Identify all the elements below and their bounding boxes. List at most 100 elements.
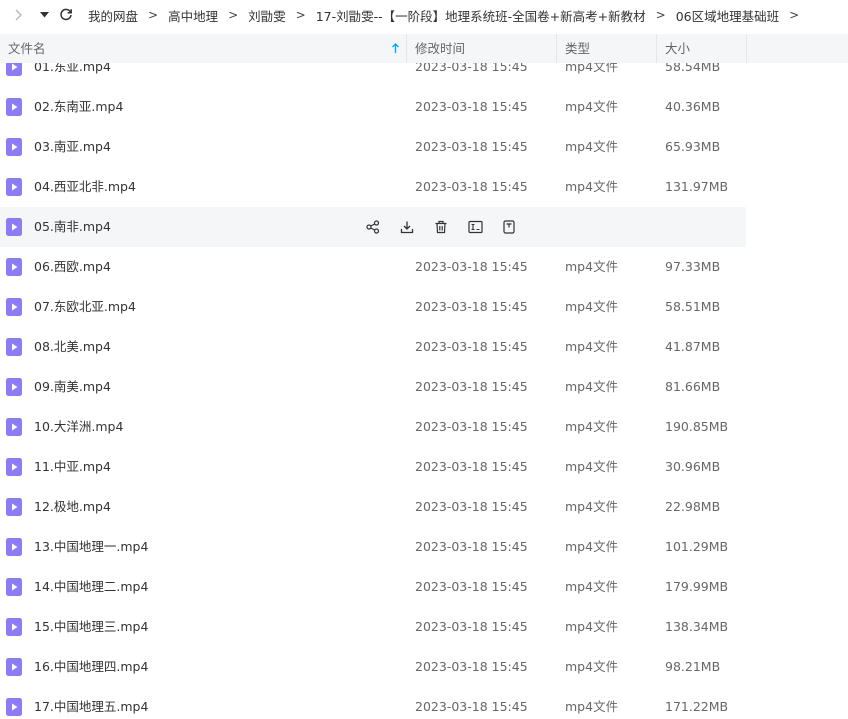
file-name[interactable]: 13.中国地理一.mp4 bbox=[34, 527, 148, 567]
file-name[interactable]: 03.南亚.mp4 bbox=[34, 127, 111, 167]
column-divider[interactable] bbox=[746, 34, 747, 63]
file-name[interactable]: 07.东欧北亚.mp4 bbox=[34, 287, 136, 327]
video-file-icon bbox=[6, 338, 22, 356]
file-size: 81.66MB bbox=[665, 379, 721, 394]
file-row[interactable]: 14.中国地理二.mp4 2023-03-18 15:45 mp4文件 179.… bbox=[0, 567, 746, 607]
file-type: mp4文件 bbox=[565, 699, 619, 714]
file-size: 58.51MB bbox=[665, 299, 721, 314]
file-row[interactable]: 15.中国地理三.mp4 2023-03-18 15:45 mp4文件 138.… bbox=[0, 607, 746, 647]
file-row[interactable]: 06.西欧.mp4 2023-03-18 15:45 mp4文件 97.33MB bbox=[0, 247, 746, 287]
delete-icon[interactable] bbox=[430, 216, 452, 238]
file-size: 138.34MB bbox=[665, 619, 729, 634]
file-name[interactable]: 08.北美.mp4 bbox=[34, 327, 111, 367]
column-header-modified[interactable]: 修改时间 bbox=[415, 34, 465, 63]
file-modified: 2023-03-18 15:45 bbox=[415, 379, 528, 394]
file-modified: 2023-03-18 15:45 bbox=[415, 63, 528, 74]
breadcrumb-separator: > bbox=[148, 8, 159, 22]
video-file-icon bbox=[6, 63, 22, 76]
breadcrumb: 我的网盘 > 高中地理 > 刘勖雯 > 17-刘勖雯--【一阶段】地理系统班-全… bbox=[88, 6, 809, 25]
file-modified: 2023-03-18 15:45 bbox=[415, 99, 528, 114]
download-icon[interactable] bbox=[396, 216, 418, 238]
sort-ascending-icon[interactable] bbox=[391, 34, 400, 63]
breadcrumb-separator: > bbox=[228, 8, 239, 22]
refresh-icon[interactable] bbox=[58, 0, 74, 30]
breadcrumb-item[interactable]: 刘勖雯 bbox=[248, 6, 286, 25]
file-row[interactable]: 03.南亚.mp4 2023-03-18 15:45 mp4文件 65.93MB bbox=[0, 127, 746, 167]
breadcrumb-item[interactable]: 高中地理 bbox=[168, 6, 218, 25]
file-row[interactable]: 08.北美.mp4 2023-03-18 15:45 mp4文件 41.87MB bbox=[0, 327, 746, 367]
file-row[interactable]: 09.南美.mp4 2023-03-18 15:45 mp4文件 81.66MB bbox=[0, 367, 746, 407]
rename-icon[interactable] bbox=[464, 216, 486, 238]
file-row[interactable]: 05.南非.mp4 bbox=[0, 207, 746, 247]
file-modified: 2023-03-18 15:45 bbox=[415, 259, 528, 274]
video-file-icon bbox=[6, 218, 22, 236]
file-name[interactable]: 06.西欧.mp4 bbox=[34, 247, 111, 287]
archive-icon[interactable] bbox=[498, 216, 520, 238]
file-name[interactable]: 05.南非.mp4 bbox=[34, 207, 111, 247]
file-row[interactable]: 17.中国地理五.mp4 2023-03-18 15:45 mp4文件 171.… bbox=[0, 687, 746, 719]
file-type: mp4文件 bbox=[565, 339, 619, 354]
file-row[interactable]: 07.东欧北亚.mp4 2023-03-18 15:45 mp4文件 58.51… bbox=[0, 287, 746, 327]
file-size: 22.98MB bbox=[665, 499, 721, 514]
column-header-size[interactable]: 大小 bbox=[665, 34, 690, 63]
file-name[interactable]: 17.中国地理五.mp4 bbox=[34, 687, 148, 719]
breadcrumb-item[interactable]: 17-刘勖雯--【一阶段】地理系统班-全国卷+新高考+新教材 bbox=[316, 6, 646, 25]
file-row[interactable]: 16.中国地理四.mp4 2023-03-18 15:45 mp4文件 98.2… bbox=[0, 647, 746, 687]
file-size: 179.99MB bbox=[665, 579, 729, 594]
breadcrumb-separator: > bbox=[789, 8, 800, 22]
file-row[interactable]: 02.东南亚.mp4 2023-03-18 15:45 mp4文件 40.36M… bbox=[0, 87, 746, 127]
file-size: 190.85MB bbox=[665, 419, 729, 434]
breadcrumb-separator: > bbox=[295, 8, 306, 22]
file-name[interactable]: 16.中国地理四.mp4 bbox=[34, 647, 148, 687]
video-file-icon bbox=[6, 538, 22, 556]
file-modified: 2023-03-18 15:45 bbox=[415, 419, 528, 434]
file-list: 01.东亚.mp4 2023-03-18 15:45 mp4文件 58.54MB… bbox=[0, 63, 848, 719]
file-modified: 2023-03-18 15:45 bbox=[415, 339, 528, 354]
file-row[interactable]: 11.中亚.mp4 2023-03-18 15:45 mp4文件 30.96MB bbox=[0, 447, 746, 487]
file-modified: 2023-03-18 15:45 bbox=[415, 459, 528, 474]
file-name[interactable]: 02.东南亚.mp4 bbox=[34, 87, 123, 127]
file-type: mp4文件 bbox=[565, 63, 619, 74]
file-row[interactable]: 13.中国地理一.mp4 2023-03-18 15:45 mp4文件 101.… bbox=[0, 527, 746, 567]
file-name[interactable]: 09.南美.mp4 bbox=[34, 367, 111, 407]
file-name[interactable]: 10.大洋洲.mp4 bbox=[34, 407, 123, 447]
file-type: mp4文件 bbox=[565, 379, 619, 394]
file-name[interactable]: 15.中国地理三.mp4 bbox=[34, 607, 148, 647]
file-type: mp4文件 bbox=[565, 419, 619, 434]
share-icon[interactable] bbox=[362, 216, 384, 238]
breadcrumb-item[interactable]: 我的网盘 bbox=[88, 6, 138, 25]
file-name[interactable]: 04.西亚北非.mp4 bbox=[34, 167, 136, 207]
file-row[interactable]: 04.西亚北非.mp4 2023-03-18 15:45 mp4文件 131.9… bbox=[0, 167, 746, 207]
forward-icon[interactable] bbox=[10, 0, 26, 30]
video-file-icon bbox=[6, 178, 22, 196]
file-size: 98.21MB bbox=[665, 659, 721, 674]
file-name[interactable]: 12.极地.mp4 bbox=[34, 487, 111, 527]
file-name[interactable]: 14.中国地理二.mp4 bbox=[34, 567, 148, 607]
breadcrumb-item-current[interactable]: 06区域地理基础班 bbox=[676, 6, 779, 25]
file-row[interactable]: 10.大洋洲.mp4 2023-03-18 15:45 mp4文件 190.85… bbox=[0, 407, 746, 447]
column-divider[interactable] bbox=[656, 34, 657, 63]
video-file-icon bbox=[6, 618, 22, 636]
column-header-name[interactable]: 文件名 bbox=[8, 34, 46, 63]
column-header-type[interactable]: 类型 bbox=[565, 34, 590, 63]
file-type: mp4文件 bbox=[565, 99, 619, 114]
file-modified: 2023-03-18 15:45 bbox=[415, 579, 528, 594]
column-divider[interactable] bbox=[406, 34, 407, 63]
file-type: mp4文件 bbox=[565, 539, 619, 554]
file-type: mp4文件 bbox=[565, 259, 619, 274]
file-name[interactable]: 11.中亚.mp4 bbox=[34, 447, 111, 487]
file-row[interactable]: 01.东亚.mp4 2023-03-18 15:45 mp4文件 58.54MB bbox=[0, 63, 746, 87]
file-row[interactable]: 12.极地.mp4 2023-03-18 15:45 mp4文件 22.98MB bbox=[0, 487, 746, 527]
column-divider[interactable] bbox=[556, 34, 557, 63]
file-type: mp4文件 bbox=[565, 459, 619, 474]
file-modified: 2023-03-18 15:45 bbox=[415, 299, 528, 314]
file-list-header: 文件名 修改时间 类型 大小 bbox=[0, 34, 848, 63]
file-modified: 2023-03-18 15:45 bbox=[415, 179, 528, 194]
file-type: mp4文件 bbox=[565, 579, 619, 594]
history-dropdown-icon[interactable] bbox=[38, 0, 50, 30]
file-type: mp4文件 bbox=[565, 659, 619, 674]
file-name[interactable]: 01.东亚.mp4 bbox=[34, 63, 111, 87]
file-type: mp4文件 bbox=[565, 619, 619, 634]
video-file-icon bbox=[6, 98, 22, 116]
file-type: mp4文件 bbox=[565, 499, 619, 514]
